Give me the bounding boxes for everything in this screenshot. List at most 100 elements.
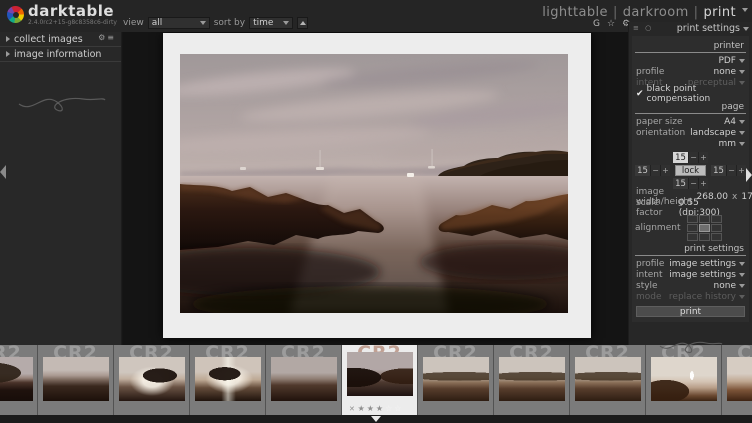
print-module: printer PDF profile none intent perceptu…	[632, 36, 749, 322]
thumbnail-image[interactable]	[651, 357, 717, 401]
collapse-filmstrip-handle-icon[interactable]	[371, 416, 381, 422]
star-icon[interactable]: ☆	[385, 404, 392, 413]
sidebar-item-label: image information	[14, 49, 101, 60]
sidebar-item-image-information[interactable]: image information	[0, 47, 121, 62]
reset-icon[interactable]: ○	[645, 24, 653, 32]
filmstrip-cell[interactable]: CR2	[38, 345, 113, 415]
gear-icon[interactable]: ⚙	[98, 33, 107, 42]
thumbnail-image[interactable]	[423, 357, 489, 401]
thumbnail-image[interactable]	[499, 357, 565, 401]
increment-button[interactable]: +	[660, 165, 670, 176]
increment-button[interactable]: +	[698, 178, 708, 189]
sort-direction-button[interactable]	[297, 17, 308, 29]
expand-left-panel-handle-icon[interactable]	[0, 165, 6, 179]
mode-link-lighttable[interactable]: lighttable	[542, 5, 608, 20]
mode-link-darkroom[interactable]: darkroom	[623, 5, 689, 20]
reject-icon[interactable]: ✕	[349, 405, 355, 413]
alignment-cell-2[interactable]	[711, 215, 722, 223]
paper-size-value: A4	[724, 117, 736, 127]
overexposure-icon[interactable]: ☆	[607, 19, 615, 29]
scale-factor-label: scale factor	[636, 198, 679, 218]
star-icon[interactable]: ☆	[394, 404, 401, 413]
mode-link-print[interactable]: print	[703, 5, 736, 20]
increment-button[interactable]: +	[698, 152, 708, 163]
printer-device-value: PDF	[718, 56, 736, 66]
decrement-button[interactable]: −	[726, 165, 736, 176]
view-filter-value: all	[152, 18, 163, 28]
thumbnail-image[interactable]	[0, 357, 33, 401]
app-name: darktable	[28, 4, 117, 19]
export-intent-row[interactable]: intent image settings	[635, 269, 746, 280]
chevron-down-icon	[739, 262, 745, 266]
thumbnail-image[interactable]	[727, 357, 752, 401]
filmstrip-cell[interactable]: CR2	[190, 345, 265, 415]
sort-ascending-icon	[300, 21, 306, 25]
lock-margins-button[interactable]: lock	[675, 165, 706, 176]
filmstrip: CR2CR2CR2CR2CR2CR2✕★★★☆☆CR2CR2CR2CR2CR2	[0, 345, 752, 415]
alignment-cell-8[interactable]	[711, 233, 722, 241]
alignment-cell-7[interactable]	[699, 233, 710, 241]
thumbnail-image[interactable]	[43, 357, 109, 401]
chevron-down-icon	[743, 27, 749, 31]
flourish-decoration	[656, 334, 726, 358]
filmstrip-cell[interactable]: CR2	[418, 345, 493, 415]
black-point-compensation-checkbox[interactable]: ✔ black point compensation	[635, 88, 746, 99]
alignment-cell-1[interactable]	[699, 215, 710, 223]
print-preview-photo	[180, 54, 568, 313]
intent-label: intent	[636, 270, 663, 280]
alignment-cell-3[interactable]	[687, 224, 698, 232]
print-settings-section-header[interactable]: print settings	[635, 243, 746, 256]
thumbnail-image[interactable]	[195, 357, 261, 401]
margin-right-spinner[interactable]: 15 − +	[711, 165, 746, 176]
printer-profile-row[interactable]: profile none	[635, 66, 746, 77]
style-row[interactable]: style none	[635, 280, 746, 291]
print-settings-header[interactable]: ≡ ○ print settings	[629, 22, 752, 34]
margin-top-spinner[interactable]: 15 − +	[673, 152, 708, 163]
paper-size-row[interactable]: paper size A4	[635, 116, 746, 127]
filmstrip-cell[interactable]: CR2	[722, 345, 752, 415]
filmstrip-cell[interactable]: CR2	[0, 345, 37, 415]
top-icons: G☆⚙	[593, 19, 630, 29]
decrement-button[interactable]: −	[650, 165, 660, 176]
star-icon[interactable]: ★	[376, 404, 383, 413]
filmstrip-cell[interactable]: CR2	[114, 345, 189, 415]
profile-value: image settings	[669, 259, 736, 269]
alignment-cell-0[interactable]	[687, 215, 698, 223]
chevron-down-icon	[739, 59, 745, 63]
star-icon[interactable]: ★	[367, 404, 374, 413]
filmstrip-cell[interactable]: CR2	[570, 345, 645, 415]
chevron-down-icon	[739, 120, 745, 124]
filmstrip-cell[interactable]: CR2✕★★★☆☆	[342, 345, 417, 415]
gamut-check-icon[interactable]: G	[593, 19, 600, 29]
printer-device-dropdown[interactable]: PDF	[635, 55, 746, 66]
thumbnail-image[interactable]	[347, 352, 413, 396]
margin-left-spinner[interactable]: 15 − +	[635, 165, 670, 176]
presets-icon[interactable]: ≡	[107, 33, 116, 42]
view-filter-dropdown[interactable]: all	[148, 17, 210, 29]
export-profile-row[interactable]: profile image settings	[635, 258, 746, 269]
thumbnail-image[interactable]	[119, 357, 185, 401]
sort-dropdown[interactable]: time	[249, 17, 293, 29]
sidebar-item-label: collect images	[14, 34, 83, 45]
paper-size-label: paper size	[636, 117, 683, 127]
presets-icon[interactable]: ≡	[633, 24, 645, 32]
orientation-row[interactable]: orientation landscape	[635, 127, 746, 138]
thumbnail-image[interactable]	[271, 357, 337, 401]
collapse-right-panel-handle-icon[interactable]	[746, 168, 752, 182]
star-icon[interactable]: ★	[358, 404, 365, 413]
filmstrip-cell[interactable]: CR2	[494, 345, 569, 415]
thumbnail-image[interactable]	[575, 357, 641, 401]
decrement-button[interactable]: −	[688, 152, 698, 163]
increment-button[interactable]: +	[736, 165, 746, 176]
printer-section-header[interactable]: printer	[635, 40, 746, 53]
expander-triangle-icon	[6, 36, 10, 42]
sidebar-item-collect-images[interactable]: collect images ⚙≡	[0, 32, 121, 47]
mode-value: replace history	[669, 292, 736, 302]
alignment-cell-5[interactable]	[711, 224, 722, 232]
units-dropdown[interactable]: mm	[635, 138, 746, 149]
alignment-cell-4[interactable]	[699, 224, 710, 232]
alignment-cell-6[interactable]	[687, 233, 698, 241]
top-panel-chevron-icon[interactable]	[742, 8, 748, 12]
filmstrip-cell[interactable]: CR2	[266, 345, 341, 415]
print-button[interactable]: print	[636, 306, 745, 317]
